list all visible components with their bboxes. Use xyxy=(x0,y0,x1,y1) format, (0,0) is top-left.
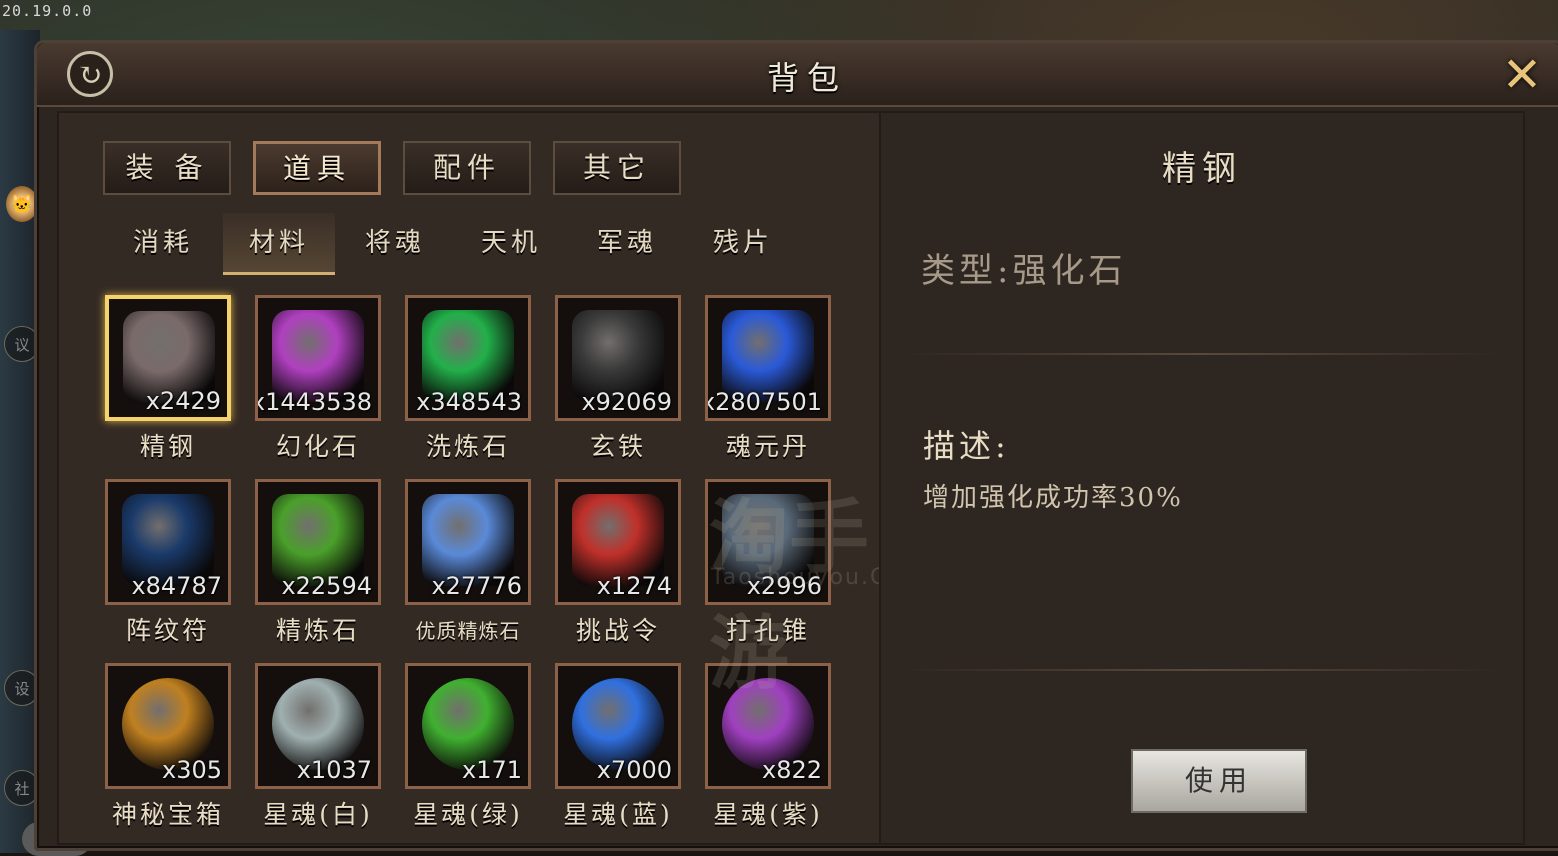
item-count: x305 xyxy=(161,756,222,784)
item-frame[interactable]: x2807501 xyxy=(705,295,831,421)
subtab-tianji[interactable]: 天机 xyxy=(455,213,567,275)
divider xyxy=(901,353,1501,355)
subtab-materials[interactable]: 材料 xyxy=(223,213,335,275)
item-count: x2807501 xyxy=(705,388,822,416)
item-count: x92069 xyxy=(581,388,672,416)
item-slot[interactable]: x1274 挑战令 xyxy=(555,479,681,657)
item-count: x1274 xyxy=(596,572,672,600)
detail-item-type: 类型:强化石 xyxy=(921,251,1127,291)
item-name: 星魂(白) xyxy=(263,800,373,829)
item-slot[interactable]: x1037 星魂(白) xyxy=(255,663,381,841)
item-panel: 装 备 道具 配件 其它 消耗 材料 将魂 天机 军魂 残片 x2429 精钢 x1… xyxy=(57,111,924,845)
item-frame[interactable]: x305 xyxy=(105,663,231,789)
item-slot[interactable]: x7000 星魂(蓝) xyxy=(555,663,681,841)
backpack-dialog: ↻ 背包 ✕ 装 备 道具 配件 其它 消耗 材料 将魂 天机 军魂 残片 x2… xyxy=(34,40,1558,851)
item-count: x84787 xyxy=(131,572,222,600)
item-slot[interactable]: x22594 精炼石 xyxy=(255,479,381,657)
item-name: 星魂(蓝) xyxy=(563,800,673,829)
subtab-army-souls[interactable]: 军魂 xyxy=(571,213,683,275)
item-name: 玄铁 xyxy=(589,432,646,461)
item-frame[interactable]: x2429 xyxy=(105,295,231,421)
item-count: x171 xyxy=(461,756,522,784)
item-slot[interactable]: x2807501 魂元丹 xyxy=(705,295,831,473)
item-name: 精钢 xyxy=(139,432,196,461)
item-frame[interactable]: x92069 xyxy=(555,295,681,421)
detail-panel: 精钢 类型:强化石 描述: 增加强化成功率30% 使用 xyxy=(879,111,1525,845)
item-count: x2429 xyxy=(145,387,221,415)
item-frame[interactable]: x348543 xyxy=(405,295,531,421)
item-frame[interactable]: x22594 xyxy=(255,479,381,605)
item-count: x22594 xyxy=(281,572,372,600)
tab-equipment[interactable]: 装 备 xyxy=(103,141,231,195)
item-slot[interactable]: x171 星魂(绿) xyxy=(405,663,531,841)
refresh-icon[interactable]: ↻ xyxy=(67,51,113,97)
item-frame[interactable]: x7000 xyxy=(555,663,681,789)
item-slot[interactable]: x2429 精钢 xyxy=(105,295,231,473)
subtab-fragments[interactable]: 残片 xyxy=(687,213,799,275)
tab-others[interactable]: 其它 xyxy=(553,141,681,195)
item-slot[interactable]: x1443538 幻化石 xyxy=(255,295,381,473)
item-name: 优质精炼石 xyxy=(415,619,521,643)
item-name: 星魂(紫) xyxy=(713,800,823,829)
item-count: x822 xyxy=(761,756,822,784)
description-label: 描述: xyxy=(923,427,1010,465)
item-count: x348543 xyxy=(416,388,522,416)
item-count: x1443538 xyxy=(255,388,372,416)
item-frame[interactable]: x84787 xyxy=(105,479,231,605)
divider xyxy=(901,669,1501,671)
close-icon[interactable]: ✕ xyxy=(1495,51,1549,101)
item-slot[interactable]: x92069 玄铁 xyxy=(555,295,681,473)
tab-items[interactable]: 道具 xyxy=(253,141,381,195)
detail-item-name: 精钢 xyxy=(1162,149,1242,189)
item-frame[interactable]: x1274 xyxy=(555,479,681,605)
version-label: 20.19.0.0 xyxy=(2,2,93,20)
item-count: x27776 xyxy=(431,572,522,600)
window-title: 背包 xyxy=(766,59,847,97)
item-frame[interactable]: x171 xyxy=(405,663,531,789)
tab-accessories[interactable]: 配件 xyxy=(403,141,531,195)
item-slot[interactable]: x348543 洗炼石 xyxy=(405,295,531,473)
item-slot[interactable]: x305 神秘宝箱 xyxy=(105,663,231,841)
item-count: x7000 xyxy=(596,756,672,784)
item-frame[interactable]: x27776 xyxy=(405,479,531,605)
item-name: 洗炼石 xyxy=(425,432,510,461)
item-frame[interactable]: x1443538 xyxy=(255,295,381,421)
item-name: 挑战令 xyxy=(575,616,660,645)
item-count: x1037 xyxy=(296,756,372,784)
item-name: 星魂(绿) xyxy=(413,800,523,829)
item-name: 精炼石 xyxy=(275,616,360,645)
use-button[interactable]: 使用 xyxy=(1131,749,1307,813)
item-name: 魂元丹 xyxy=(725,432,810,461)
subtab-consumables[interactable]: 消耗 xyxy=(107,213,219,275)
title-bar: ↻ 背包 ✕ xyxy=(37,43,1558,107)
description-text: 增加强化成功率30% xyxy=(923,483,1183,513)
item-name: 幻化石 xyxy=(275,432,360,461)
item-slot[interactable]: x84787 阵纹符 xyxy=(105,479,231,657)
item-slot[interactable]: x27776 优质精炼石 xyxy=(405,479,531,657)
item-frame[interactable]: x1037 xyxy=(255,663,381,789)
item-name: 神秘宝箱 xyxy=(111,800,224,829)
subtab-general-souls[interactable]: 将魂 xyxy=(339,213,451,275)
item-name: 阵纹符 xyxy=(125,616,210,645)
